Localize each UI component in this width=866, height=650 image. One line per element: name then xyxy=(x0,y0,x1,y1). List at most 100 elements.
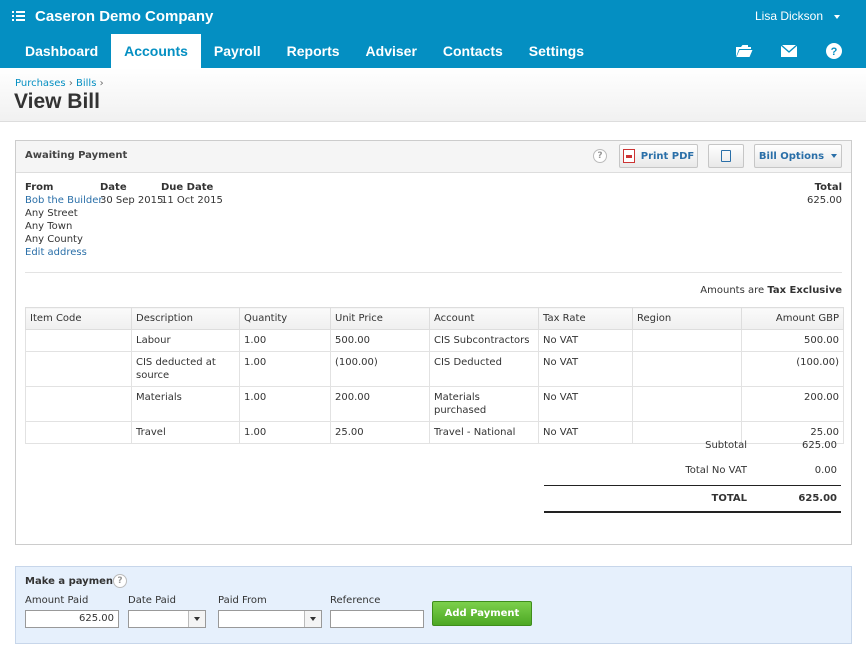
column-header: Region xyxy=(632,307,742,330)
due-date: 11 Oct 2015 xyxy=(161,195,223,206)
bill-options-button[interactable]: Bill Options xyxy=(754,144,842,168)
edit-address-link[interactable]: Edit address xyxy=(25,247,87,258)
column-header: Account xyxy=(429,307,539,330)
cell-tax-rate: No VAT xyxy=(538,329,633,352)
amount-paid-label: Amount Paid xyxy=(25,595,89,606)
paid-from-select[interactable] xyxy=(218,610,322,628)
folder-icon[interactable] xyxy=(729,34,759,68)
payment-title: Make a payment xyxy=(25,576,118,587)
help-icon[interactable]: ? xyxy=(113,574,127,588)
vat-value: 0.00 xyxy=(814,465,837,476)
add-payment-button[interactable]: Add Payment xyxy=(432,601,532,626)
grand-total-label: TOTAL xyxy=(711,493,747,504)
help-icon[interactable]: ? xyxy=(819,34,849,68)
nav-dashboard[interactable]: Dashboard xyxy=(12,34,111,68)
top-header: Caseron Demo Company Lisa Dickson Dashbo… xyxy=(0,0,866,68)
date-paid-input[interactable] xyxy=(128,610,206,628)
from-label: From xyxy=(25,182,54,193)
breadcrumb-bills[interactable]: Bills xyxy=(76,78,96,89)
cell-region xyxy=(632,329,742,352)
main-nav: Dashboard Accounts Payroll Reports Advis… xyxy=(12,34,597,68)
nav-settings[interactable]: Settings xyxy=(516,34,597,68)
cell-account: Materials purchased xyxy=(429,386,539,422)
table-row: CIS deducted at source 1.00 (100.00) CIS… xyxy=(25,351,844,387)
cell-unit-price: 200.00 xyxy=(330,386,430,422)
address-line: Any County xyxy=(25,234,83,245)
bill-toolbar: Awaiting Payment ? Print PDF Bill Option… xyxy=(16,141,851,173)
print-pdf-button[interactable]: Print PDF xyxy=(619,144,698,168)
nav-contacts[interactable]: Contacts xyxy=(430,34,516,68)
date-paid-label: Date Paid xyxy=(128,595,176,606)
help-icon[interactable]: ? xyxy=(593,149,607,163)
bill-options-label: Bill Options xyxy=(758,150,825,162)
cell-description: Materials xyxy=(131,386,240,422)
cell-amount: 500.00 xyxy=(741,329,844,352)
reference-input[interactable] xyxy=(330,610,424,628)
column-header: Item Code xyxy=(25,307,132,330)
cell-quantity: 1.00 xyxy=(239,386,331,422)
page-header: Purchases › Bills › View Bill xyxy=(0,68,866,122)
mail-icon[interactable] xyxy=(774,34,804,68)
amounts-prefix: Amounts are xyxy=(700,285,765,296)
subtotal-label: Subtotal xyxy=(705,440,747,451)
cell-item-code xyxy=(25,386,132,422)
column-header: Tax Rate xyxy=(538,307,633,330)
page-title: View Bill xyxy=(14,90,100,113)
column-header: Quantity xyxy=(239,307,331,330)
cell-quantity: 1.00 xyxy=(239,421,331,444)
nav-payroll[interactable]: Payroll xyxy=(201,34,274,68)
total-label: Total xyxy=(814,182,842,193)
line-items-table: Item Code Description Quantity Unit Pric… xyxy=(25,307,844,444)
chevron-down-icon xyxy=(831,154,838,158)
nav-reports[interactable]: Reports xyxy=(274,34,353,68)
table-row: Materials 1.00 200.00 Materials purchase… xyxy=(25,386,844,422)
cell-description: Travel xyxy=(131,421,240,444)
table-header-row: Item Code Description Quantity Unit Pric… xyxy=(25,307,844,330)
payment-panel: Make a payment ? Amount Paid 625.00 Date… xyxy=(15,566,852,644)
cell-unit-price: 500.00 xyxy=(330,329,430,352)
cell-item-code xyxy=(25,329,132,352)
org-name: Caseron Demo Company xyxy=(35,7,214,25)
divider xyxy=(544,485,841,486)
dropdown-arrow-icon[interactable] xyxy=(188,611,205,627)
nav-adviser[interactable]: Adviser xyxy=(353,34,430,68)
breadcrumb: Purchases › Bills › xyxy=(15,78,104,89)
cell-unit-price: 25.00 xyxy=(330,421,430,444)
pdf-icon xyxy=(622,149,635,163)
bill-date: 30 Sep 2015 xyxy=(100,195,164,206)
chevron-down-icon[interactable] xyxy=(834,15,840,19)
copy-icon xyxy=(721,150,731,162)
cell-item-code xyxy=(25,421,132,444)
column-header: Unit Price xyxy=(330,307,430,330)
column-header: Description xyxy=(131,307,240,330)
cell-tax-rate: No VAT xyxy=(538,386,633,422)
print-pdf-label: Print PDF xyxy=(640,150,695,162)
due-date-label: Due Date xyxy=(161,182,214,193)
address-line: Any Street xyxy=(25,208,78,219)
cell-account: CIS Subcontractors xyxy=(429,329,539,352)
address-line: Any Town xyxy=(25,221,73,232)
user-menu[interactable]: Lisa Dickson xyxy=(755,9,823,23)
cell-region xyxy=(632,351,742,387)
cell-amount: 200.00 xyxy=(741,386,844,422)
amounts-are-note: Amounts are Tax Exclusive xyxy=(700,285,842,296)
total-value: 625.00 xyxy=(807,195,842,206)
svg-text:?: ? xyxy=(831,46,838,58)
cell-account: CIS Deducted xyxy=(429,351,539,387)
supplier-link[interactable]: Bob the Builder xyxy=(25,195,102,206)
breadcrumb-purchases[interactable]: Purchases xyxy=(15,78,66,89)
copy-button[interactable] xyxy=(708,144,744,168)
amount-paid-input[interactable]: 625.00 xyxy=(25,610,119,628)
bill-panel: Awaiting Payment ? Print PDF Bill Option… xyxy=(15,140,852,545)
breadcrumb-separator: › xyxy=(99,78,104,89)
breadcrumb-separator: › xyxy=(68,78,73,89)
org-switcher[interactable]: Caseron Demo Company xyxy=(12,6,213,26)
cell-quantity: 1.00 xyxy=(239,351,331,387)
paid-from-label: Paid From xyxy=(218,595,267,606)
dropdown-arrow-icon[interactable] xyxy=(304,611,321,627)
status-label: Awaiting Payment xyxy=(25,150,128,161)
menu-list-icon xyxy=(12,10,26,22)
divider xyxy=(25,272,842,273)
table-row: Labour 1.00 500.00 CIS Subcontractors No… xyxy=(25,329,844,352)
nav-accounts[interactable]: Accounts xyxy=(111,34,201,68)
